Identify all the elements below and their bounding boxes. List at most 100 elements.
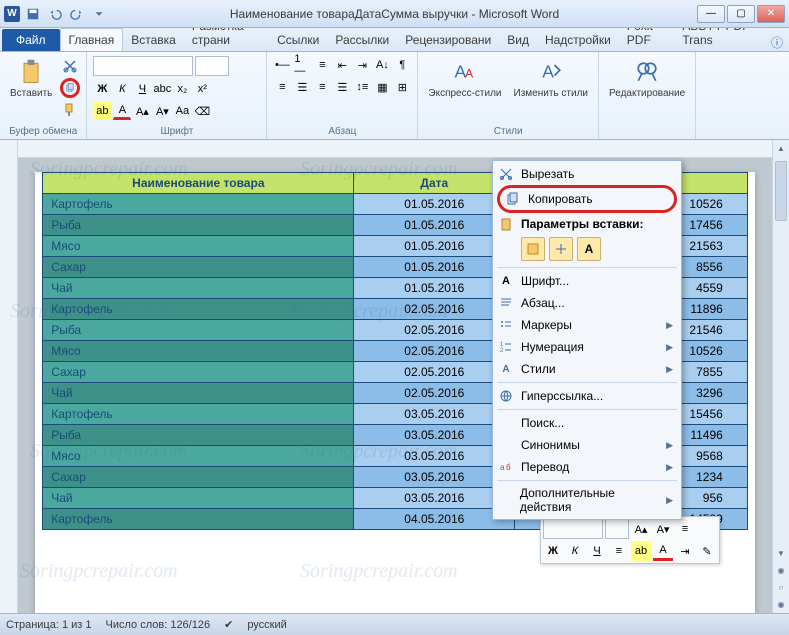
minimize-button[interactable]: — xyxy=(697,5,725,23)
decrease-indent-button[interactable]: ⇤ xyxy=(333,56,351,74)
table-cell[interactable]: 01.05.2016 xyxy=(354,194,515,215)
tab-mailings[interactable]: Рассылки xyxy=(327,29,397,51)
ctx-copy[interactable]: Копировать xyxy=(500,188,674,210)
underline-button[interactable]: Ч xyxy=(133,80,151,98)
table-cell[interactable]: Чай xyxy=(43,488,354,509)
mini-font-color-button[interactable]: A xyxy=(653,541,673,561)
multilevel-button[interactable]: ≡ xyxy=(313,56,331,74)
maximize-button[interactable]: ▢ xyxy=(727,5,755,23)
align-left-button[interactable]: ≡ xyxy=(273,78,291,96)
show-marks-button[interactable]: ¶ xyxy=(393,56,411,74)
paste-button[interactable]: Вставить xyxy=(6,56,56,101)
tab-review[interactable]: Рецензировани xyxy=(397,29,499,51)
tab-insert[interactable]: Вставка xyxy=(123,29,184,51)
numbering-button[interactable]: 1— xyxy=(293,56,311,74)
mini-grow-font-button[interactable]: A▴ xyxy=(631,519,651,539)
tab-view[interactable]: Вид xyxy=(499,29,537,51)
table-cell[interactable]: 03.05.2016 xyxy=(354,467,515,488)
table-cell[interactable]: 02.05.2016 xyxy=(354,320,515,341)
table-cell[interactable]: 02.05.2016 xyxy=(354,383,515,404)
next-page-icon[interactable]: ◉ xyxy=(773,596,789,613)
increase-indent-button[interactable]: ⇥ xyxy=(353,56,371,74)
table-cell[interactable]: Чай xyxy=(43,383,354,404)
help-icon[interactable]: ⓘ xyxy=(765,34,789,51)
qat-dropdown[interactable] xyxy=(90,5,108,23)
table-cell[interactable]: Сахар xyxy=(43,362,354,383)
table-cell[interactable]: Мясо xyxy=(43,341,354,362)
cut-button[interactable] xyxy=(60,56,80,76)
browse-object-icon[interactable]: ○ xyxy=(773,579,789,596)
prev-page-icon[interactable]: ◉ xyxy=(773,562,789,579)
highlight-button[interactable]: ab xyxy=(93,102,111,120)
table-cell[interactable]: 04.05.2016 xyxy=(354,509,515,530)
editing-button[interactable]: Редактирование xyxy=(605,56,689,101)
table-cell[interactable]: 03.05.2016 xyxy=(354,404,515,425)
mini-size-combo[interactable] xyxy=(605,519,629,539)
mini-styles-button[interactable]: ≡ xyxy=(675,519,695,539)
table-cell[interactable]: Рыба xyxy=(43,320,354,341)
table-cell[interactable]: Мясо xyxy=(43,446,354,467)
shrink-font-button[interactable]: A▾ xyxy=(153,102,171,120)
table-cell[interactable]: 02.05.2016 xyxy=(354,362,515,383)
table-cell[interactable]: 03.05.2016 xyxy=(354,446,515,467)
table-cell[interactable]: 02.05.2016 xyxy=(354,341,515,362)
ctx-cut[interactable]: Вырезать xyxy=(493,163,681,185)
borders-button[interactable]: ⊞ xyxy=(393,78,411,96)
tab-addins[interactable]: Надстройки xyxy=(537,29,619,51)
line-spacing-button[interactable]: ↕≡ xyxy=(353,78,371,96)
align-right-button[interactable]: ≡ xyxy=(313,78,331,96)
col-header-date[interactable]: Дата xyxy=(354,173,515,194)
close-button[interactable]: ✕ xyxy=(757,5,785,23)
ctx-font[interactable]: A Шрифт... xyxy=(493,270,681,292)
change-styles-button[interactable]: A Изменить стили xyxy=(510,56,592,101)
tab-home[interactable]: Главная xyxy=(60,28,124,51)
mini-italic-button[interactable]: К xyxy=(565,541,585,561)
status-page[interactable]: Страница: 1 из 1 xyxy=(6,619,92,631)
grow-font-button[interactable]: A▴ xyxy=(133,102,151,120)
status-language[interactable]: русский xyxy=(247,619,286,631)
table-cell[interactable]: 01.05.2016 xyxy=(354,215,515,236)
table-cell[interactable]: Рыба xyxy=(43,215,354,236)
scroll-up-icon[interactable]: ▲ xyxy=(773,140,789,157)
mini-shrink-font-button[interactable]: A▾ xyxy=(653,519,673,539)
bullets-button[interactable]: •— xyxy=(273,56,291,74)
ctx-numbering[interactable]: 12 Нумерация ▶ xyxy=(493,336,681,358)
superscript-button[interactable]: x² xyxy=(193,80,211,98)
table-cell[interactable]: 02.05.2016 xyxy=(354,299,515,320)
table-cell[interactable]: Сахар xyxy=(43,467,354,488)
tab-file[interactable]: Файл xyxy=(2,29,60,51)
italic-button[interactable]: К xyxy=(113,80,131,98)
mini-bold-button[interactable]: Ж xyxy=(543,541,563,561)
qat-save[interactable] xyxy=(24,5,42,23)
tab-references[interactable]: Ссылки xyxy=(269,29,327,51)
font-color-button[interactable]: A xyxy=(113,102,131,120)
mini-underline-button[interactable]: Ч xyxy=(587,541,607,561)
paste-text-only-button[interactable]: A xyxy=(577,237,601,261)
paste-merge-button[interactable] xyxy=(549,237,573,261)
align-center-button[interactable]: ☰ xyxy=(293,78,311,96)
ctx-paragraph[interactable]: Абзац... xyxy=(493,292,681,314)
table-cell[interactable]: Картофель xyxy=(43,194,354,215)
sort-button[interactable]: A↓ xyxy=(373,56,391,74)
mini-align-button[interactable]: ≡ xyxy=(609,541,629,561)
copy-button[interactable] xyxy=(60,78,80,98)
mini-indent-button[interactable]: ⇥ xyxy=(675,541,695,561)
align-justify-button[interactable]: ☰ xyxy=(333,78,351,96)
status-word-count[interactable]: Число слов: 126/126 xyxy=(106,619,211,631)
mini-format-painter-button[interactable]: ✎ xyxy=(697,541,717,561)
table-cell[interactable]: 01.05.2016 xyxy=(354,257,515,278)
col-header-name[interactable]: Наименование товара xyxy=(43,173,354,194)
table-cell[interactable]: 01.05.2016 xyxy=(354,278,515,299)
ctx-translate[interactable]: aб Перевод ▶ xyxy=(493,456,681,478)
bold-button[interactable]: Ж xyxy=(93,80,111,98)
strikethrough-button[interactable]: abc xyxy=(153,80,171,98)
paste-keep-source-button[interactable] xyxy=(521,237,545,261)
table-cell[interactable]: 03.05.2016 xyxy=(354,425,515,446)
mini-font-combo[interactable] xyxy=(543,519,603,539)
ctx-hyperlink[interactable]: Гиперссылка... xyxy=(493,385,681,407)
vertical-scrollbar[interactable]: ▲ ▼ ◉ ○ ◉ xyxy=(772,140,789,613)
ctx-synonyms[interactable]: Синонимы ▶ xyxy=(493,434,681,456)
shading-button[interactable]: ▦ xyxy=(373,78,391,96)
table-cell[interactable]: Картофель xyxy=(43,404,354,425)
table-cell[interactable]: 01.05.2016 xyxy=(354,236,515,257)
